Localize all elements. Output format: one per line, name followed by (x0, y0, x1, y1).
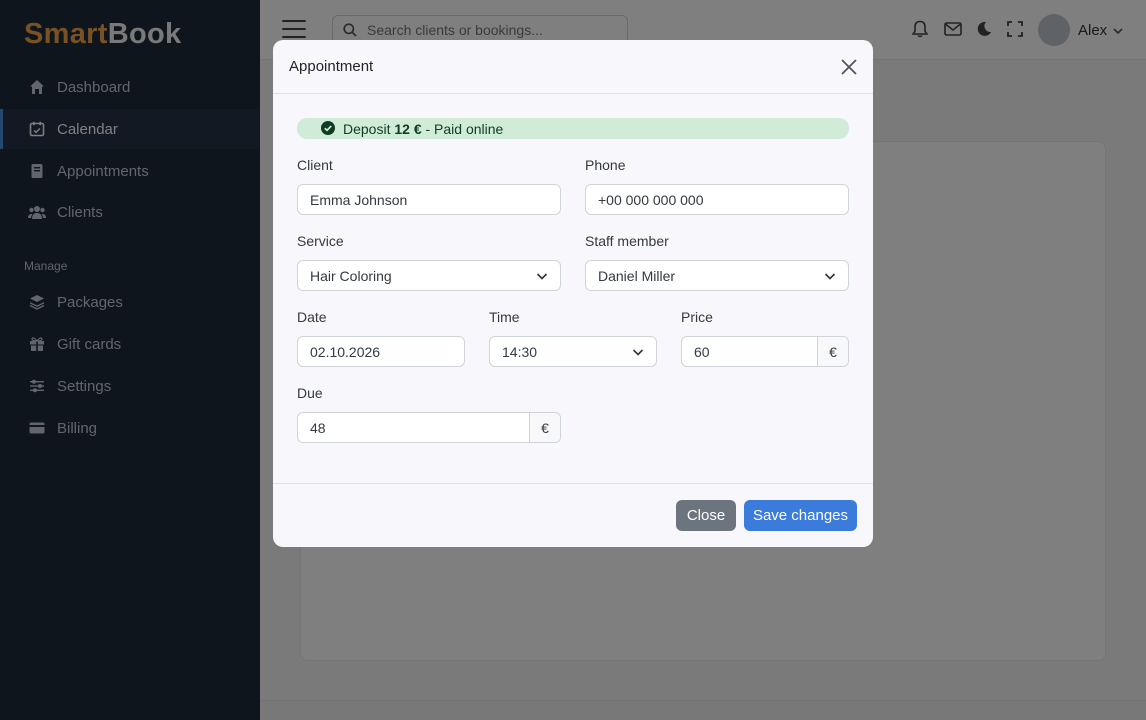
modal-header: Appointment (273, 40, 873, 94)
chevron-down-icon (632, 348, 644, 356)
staff-select[interactable]: Daniel Miller (585, 260, 849, 291)
currency-addon: € (529, 413, 560, 442)
deposit-status-alert: Deposit 12 € - Paid online (297, 118, 849, 139)
service-select[interactable]: Hair Coloring (297, 260, 561, 291)
chevron-down-icon (536, 272, 548, 280)
staff-value: Daniel Miller (598, 267, 676, 284)
price-label: Price (681, 309, 713, 325)
currency-addon: € (817, 337, 848, 366)
date-field[interactable]: 02.10.2026 (297, 336, 465, 367)
staff-label: Staff member (585, 233, 669, 249)
date-label: Date (297, 309, 327, 325)
deposit-amount: 12 € (394, 120, 422, 137)
due-label: Due (297, 385, 323, 401)
time-value: 14:30 (502, 343, 538, 360)
chevron-down-icon (824, 272, 836, 280)
check-circle-icon (321, 121, 335, 135)
phone-field[interactable]: +00 000 000 000 (585, 184, 849, 215)
modal-footer: Close Save changes (273, 483, 873, 547)
client-label: Client (297, 157, 333, 173)
date-value: 02.10.2026 (310, 343, 381, 360)
appointment-modal: Appointment Deposit 12 € - Paid online C… (273, 40, 873, 547)
due-field[interactable]: 48 € (297, 412, 561, 443)
time-label: Time (489, 309, 520, 325)
price-value: 60 (694, 343, 710, 360)
time-select[interactable]: 14:30 (489, 336, 657, 367)
save-changes-button[interactable]: Save changes (744, 500, 857, 531)
close-button[interactable]: Close (676, 500, 736, 531)
service-label: Service (297, 233, 344, 249)
price-field[interactable]: 60 € (681, 336, 849, 367)
close-icon[interactable] (839, 57, 859, 77)
modal-title: Appointment (289, 58, 374, 75)
deposit-suffix: - Paid online (425, 120, 504, 137)
phone-value: +00 000 000 000 (598, 191, 704, 208)
deposit-prefix: Deposit (343, 120, 391, 137)
due-value: 48 (310, 419, 326, 436)
phone-label: Phone (585, 157, 626, 173)
client-field[interactable]: Emma Johnson (297, 184, 561, 215)
client-value: Emma Johnson (310, 191, 408, 208)
service-value: Hair Coloring (310, 267, 392, 284)
deposit-text: Deposit 12 € - Paid online (343, 121, 503, 137)
